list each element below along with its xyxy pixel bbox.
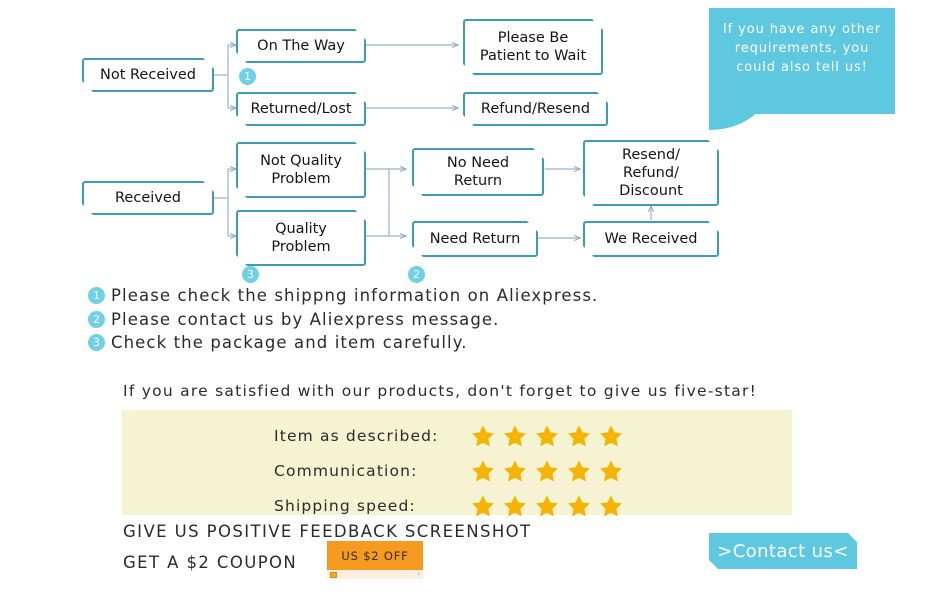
node-label: Please Be Patient to Wait <box>479 29 587 64</box>
node-label: On The Way <box>257 37 345 54</box>
node-received[interactable]: Received <box>82 181 214 215</box>
flow-badge-1: 1 <box>239 68 256 85</box>
promo-page: Not Received On The Way Returned/Lost Pl… <box>0 0 950 600</box>
rating-label: Item as described: <box>274 426 439 445</box>
node-on-the-way[interactable]: On The Way <box>236 29 366 63</box>
feedback-cta-line2: GET A $2 COUPON <box>123 553 298 572</box>
feedback-headline: If you are satisfied with our products, … <box>123 382 758 400</box>
rating-row-communication: Communication: <box>274 453 624 488</box>
note-text: Check the package and item carefully. <box>111 333 468 353</box>
chevron-right-icon: › <box>417 570 420 578</box>
feedback-cta-line1: GIVE US POSITIVE FEEDBACK SCREENSHOT <box>123 522 532 541</box>
star-rating <box>470 458 624 484</box>
node-resend-refund-discount[interactable]: Resend/ Refund/ Discount <box>583 140 719 206</box>
star-icon <box>502 493 528 519</box>
node-need-return[interactable]: Need Return <box>412 221 538 257</box>
notes-list: 1 Please check the shippng information o… <box>88 284 708 355</box>
note-badge-icon: 2 <box>88 310 105 328</box>
flow-badge-2: 2 <box>408 266 425 283</box>
node-label: Returned/Lost <box>250 100 352 117</box>
rating-label: Shipping speed: <box>274 496 416 515</box>
node-refund-resend[interactable]: Refund/Resend <box>463 92 608 126</box>
star-rating <box>470 423 624 449</box>
node-we-received[interactable]: We Received <box>583 221 719 257</box>
node-label: Quality Problem <box>271 220 331 255</box>
star-icon <box>598 458 624 484</box>
rating-label: Communication: <box>274 461 418 480</box>
node-label: Resend/ Refund/ Discount <box>619 146 683 200</box>
speech-bubble-tail-icon <box>709 112 769 130</box>
coupon-tag-icon <box>330 571 337 578</box>
node-label: Need Return <box>429 230 521 247</box>
note-text: Please check the shippng information on … <box>111 286 599 306</box>
speech-bubble: If you have any other requirements, you … <box>709 8 895 114</box>
node-no-need-return[interactable]: No Need Return <box>412 148 544 196</box>
star-icon <box>502 458 528 484</box>
flow-badge-label: 1 <box>244 70 251 83</box>
flow-badge-label: 3 <box>247 268 254 281</box>
coupon-badge[interactable]: US $2 OFF › <box>327 541 423 579</box>
node-label: Refund/Resend <box>480 100 591 117</box>
contact-us-button[interactable]: >Contact us< <box>709 533 857 569</box>
note-badge-icon: 1 <box>88 287 105 305</box>
star-icon <box>502 423 528 449</box>
star-icon <box>534 423 560 449</box>
star-icon <box>598 423 624 449</box>
star-icon <box>534 493 560 519</box>
speech-bubble-text: If you have any other requirements, you … <box>722 22 882 75</box>
coupon-footer: › <box>327 570 423 579</box>
flow-badge-3: 3 <box>242 266 259 283</box>
rating-row-shipping-speed: Shipping speed: <box>274 488 624 523</box>
node-returned-lost[interactable]: Returned/Lost <box>236 92 366 126</box>
node-label: No Need Return <box>446 154 510 189</box>
node-label: Not Quality Problem <box>260 152 342 187</box>
star-icon <box>566 493 592 519</box>
node-quality-problem[interactable]: Quality Problem <box>236 210 366 266</box>
note-badge-icon: 3 <box>88 334 105 352</box>
list-item: 3 Check the package and item carefully. <box>88 331 708 355</box>
list-item: 2 Please contact us by Aliexpress messag… <box>88 308 708 332</box>
rating-box: Item as described: Communication: Shippi… <box>122 410 792 516</box>
star-icon <box>470 493 496 519</box>
node-not-received[interactable]: Not Received <box>82 58 214 92</box>
star-icon <box>470 423 496 449</box>
star-icon <box>534 458 560 484</box>
node-label: Received <box>115 189 181 206</box>
flow-badge-label: 2 <box>413 268 420 281</box>
star-icon <box>566 423 592 449</box>
note-text: Please contact us by Aliexpress message. <box>111 309 500 329</box>
node-label: We Received <box>604 230 698 247</box>
list-item: 1 Please check the shippng information o… <box>88 284 708 308</box>
star-icon <box>598 493 624 519</box>
rating-row-item-as-described: Item as described: <box>274 418 624 453</box>
node-label: Not Received <box>100 66 196 83</box>
rating-rows: Item as described: Communication: Shippi… <box>274 418 624 523</box>
coupon-label: US $2 OFF <box>327 541 423 570</box>
star-icon <box>470 458 496 484</box>
star-rating <box>470 493 624 519</box>
node-not-quality-problem[interactable]: Not Quality Problem <box>236 142 366 198</box>
node-please-be-patient[interactable]: Please Be Patient to Wait <box>463 19 603 75</box>
contact-us-label: >Contact us< <box>717 540 849 562</box>
star-icon <box>566 458 592 484</box>
